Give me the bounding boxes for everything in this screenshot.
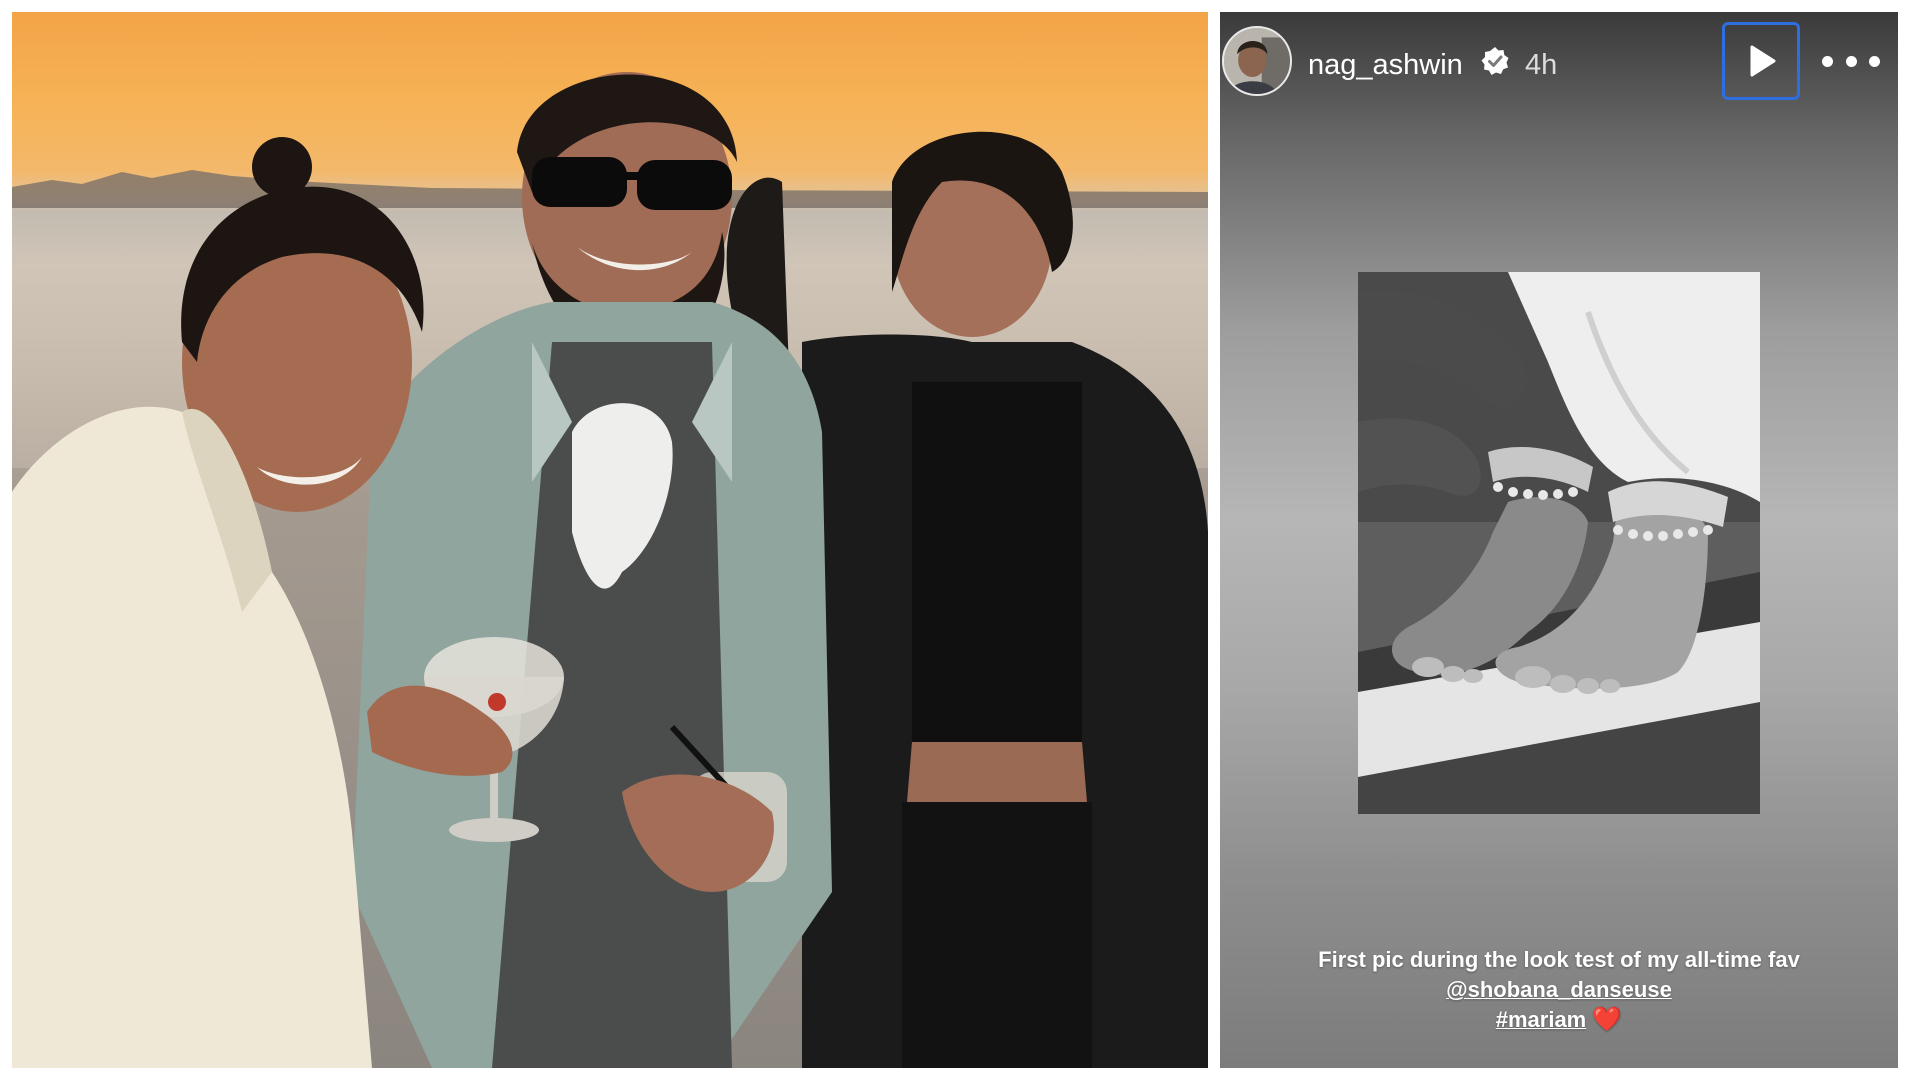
play-button[interactable] — [1722, 22, 1800, 100]
more-options-icon-dot — [1869, 55, 1880, 67]
avatar-image — [1224, 28, 1290, 94]
verified-badge-icon — [1481, 47, 1509, 75]
heart-emoji: ❤️ — [1592, 1006, 1623, 1033]
group-photo — [12, 12, 1208, 1068]
play-icon — [1750, 45, 1776, 77]
instagram-story: nag_ashwin 4h First pic during the look … — [1220, 12, 1898, 1068]
mention-link[interactable]: @shobana_danseuse — [1446, 977, 1672, 1002]
avatar[interactable] — [1222, 26, 1292, 96]
story-header: nag_ashwin 4h — [1220, 12, 1898, 112]
hashtag-link[interactable]: #mariam — [1496, 1007, 1587, 1032]
caption-text: First pic during the look test of my all… — [1318, 947, 1800, 972]
story-photo — [1358, 272, 1760, 814]
post-time: 4h — [1525, 49, 1558, 81]
more-options-icon-dot — [1845, 55, 1857, 67]
more-options-icon-dot — [1822, 55, 1833, 67]
group-photo-illustration — [12, 72, 1208, 1068]
story-caption: First pic during the look test of my all… — [1220, 945, 1898, 1035]
more-options-button[interactable] — [1822, 42, 1880, 80]
anklet-feet-photo — [1358, 272, 1760, 814]
username[interactable]: nag_ashwin — [1308, 49, 1463, 82]
